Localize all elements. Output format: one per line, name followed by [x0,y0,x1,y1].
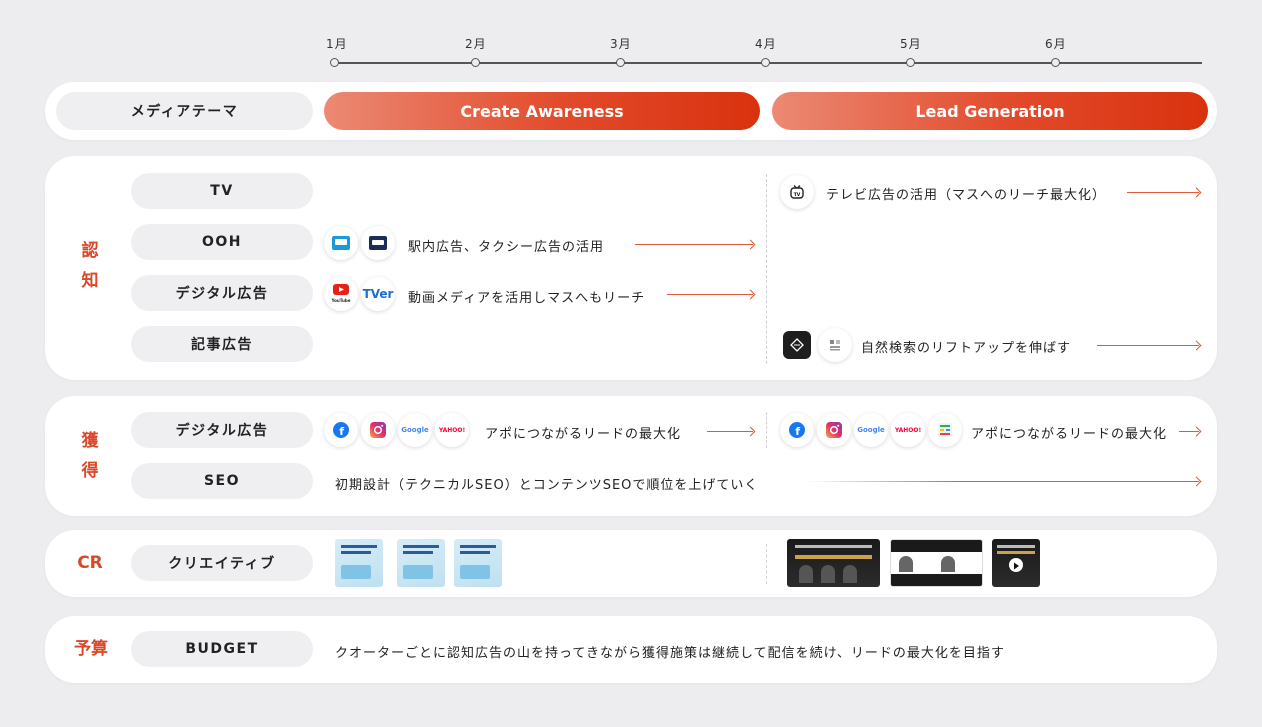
creative-video-thumbnail [992,539,1040,587]
instagram-icon [361,413,395,447]
month-label: 4月 [755,37,777,51]
play-icon [1009,558,1023,572]
row-label-seo: SEO [131,463,313,499]
arrow-icon [1179,431,1199,432]
creative-banner-thumbnail [454,539,502,587]
youtube-wordmark: YouTube [331,297,351,303]
row-label-ooh: OOH [131,224,313,260]
budget-panel: 予算 BUDGET クオーターごとに認知広告の山を持ってきながら獲得施策は継続し… [45,616,1217,683]
facebook-icon: f [780,413,814,447]
seo-description: 初期設計（テクニカルSEO）とコンテンツSEOで順位を上げていく [335,478,759,493]
google-icon: Google [854,413,888,447]
creative-banner-thumbnail [397,539,445,587]
awareness-panel: 認 知 TV OOH デジタル広告 記事広告 TV テレビ広告の活用（マスへのリ… [45,156,1217,380]
arrow-icon [1097,345,1199,346]
svg-text:f: f [795,425,800,438]
phase-divider [766,174,767,364]
youtube-icon: YouTube [324,277,358,311]
article-media-logo-icon [783,331,811,359]
article-description: 自然検索のリフトアップを伸ばす [861,341,1072,356]
timeline-dot [616,58,625,67]
acquisition-panel: 獲 得 デジタル広告 SEO f Google YAHOO! アポにつながるリー… [45,396,1217,516]
row-label-digital-ads: デジタル広告 [131,275,313,311]
category-budget: 予算 [74,639,108,659]
svg-text:TV: TV [794,192,801,198]
timeline-dot [1051,58,1060,67]
month-label: 2月 [465,37,487,51]
google-icon: Google [398,413,432,447]
phase-lead-generation: Lead Generation [772,92,1208,130]
category-acquisition: 獲 得 [81,431,99,481]
ooh-description: 駅内広告、タクシー広告の活用 [408,240,605,255]
row-label-creative: クリエイティブ [131,545,313,581]
yahoo-icon: YAHOO! [891,413,925,447]
arrow-icon [805,481,1199,482]
creative-video-thumbnail [890,539,983,587]
creative-panel: CR クリエイティブ [45,530,1217,597]
creative-banner-thumbnail [335,539,383,587]
arrow-icon [707,431,753,432]
month-label: 5月 [900,37,922,51]
tv-description: テレビ広告の活用（マスへのリーチ最大化） [826,188,1107,203]
acquisition-right-description: アポにつながるリードの最大化 [971,427,1168,442]
row-label-media-theme: メディアテーマ [56,92,313,130]
timeline-dot [906,58,915,67]
yahoo-icon: YAHOO! [435,413,469,447]
svg-text:f: f [339,425,344,438]
phase-divider [766,544,767,584]
row-label-digital-ads: デジタル広告 [131,412,313,448]
month-label: 3月 [610,37,632,51]
taxi-icon [361,226,395,260]
creative-video-thumbnail [787,539,880,587]
row-label-article-ads: 記事広告 [131,326,313,362]
instagram-icon [817,413,851,447]
acquisition-left-description: アポにつながるリードの最大化 [485,427,682,442]
article-media-logo-icon [818,328,852,362]
tv-icon: TV [780,175,814,209]
digital-awareness-description: 動画メディアを活用しマスへもリーチ [408,291,646,306]
arrow-icon [635,244,753,245]
facebook-icon: f [324,413,358,447]
category-awareness: 認 知 [81,241,99,291]
tver-icon: TVer [361,277,395,311]
budget-description: クオーターごとに認知広告の山を持ってきながら獲得施策は継続して配信を続け、リード… [335,646,1005,661]
train-station-icon [324,226,358,260]
timeline-dot [330,58,339,67]
month-label: 6月 [1045,37,1067,51]
media-theme-panel: メディアテーマ Create Awareness Lead Generation [45,82,1217,140]
sheet-app-icon [928,413,962,447]
arrow-icon [667,294,753,295]
category-creative: CR [77,553,103,573]
phase-create-awareness: Create Awareness [324,92,760,130]
timeline-dot [761,58,770,67]
row-label-budget: BUDGET [131,631,313,667]
phase-divider [766,412,767,448]
arrow-icon [1127,192,1199,193]
row-label-tv: TV [131,173,313,209]
month-label: 1月 [326,37,348,51]
timeline-dot [471,58,480,67]
